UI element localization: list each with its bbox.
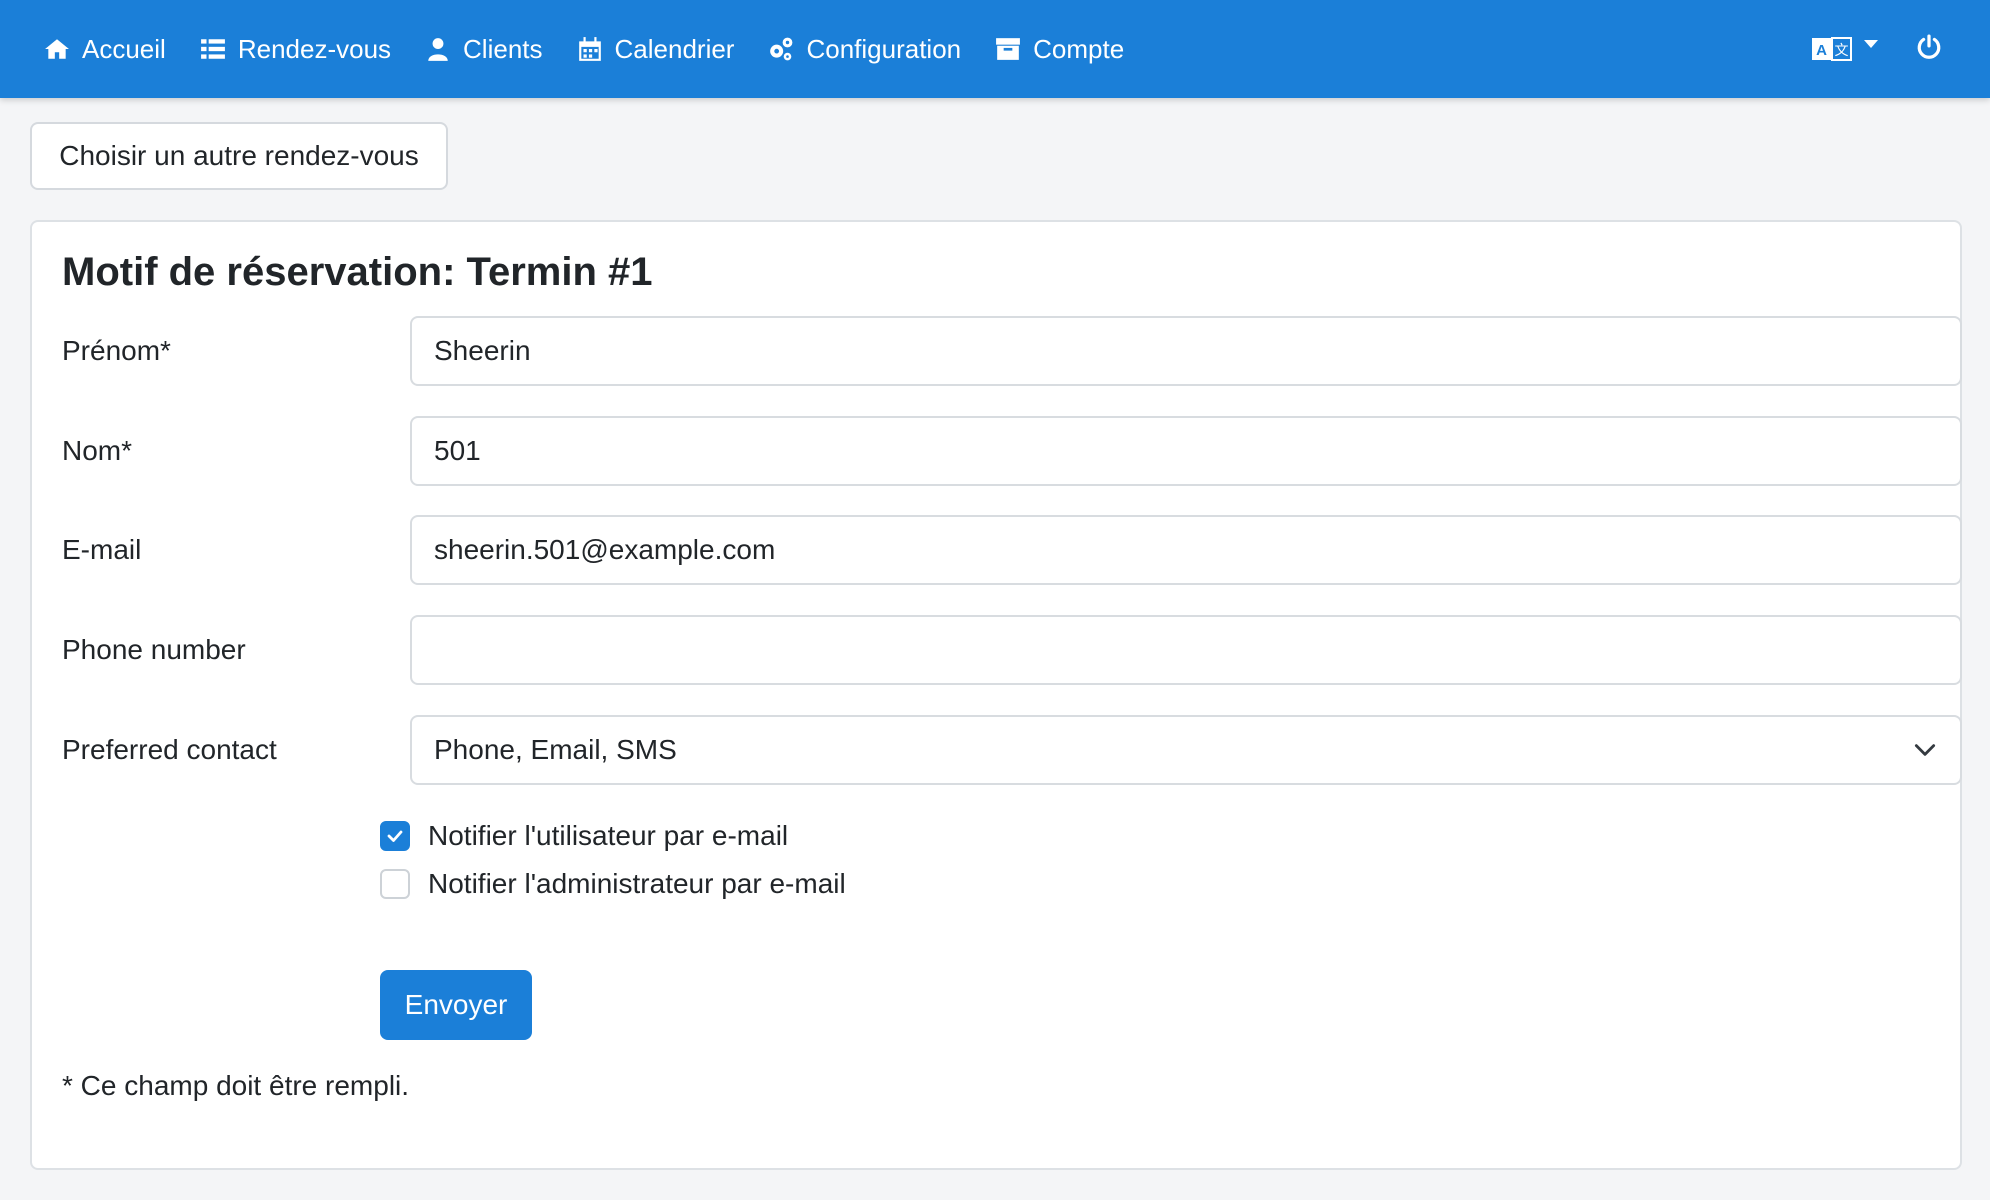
nav-item-clients[interactable]: Clients <box>425 0 543 98</box>
required-field-note: * Ce champ doit être rempli. <box>62 1070 410 1101</box>
logout-button[interactable] <box>1916 34 1942 65</box>
nav-item-label: Compte <box>1033 33 1125 64</box>
email-input[interactable] <box>434 517 1938 583</box>
choose-other-appointment-button[interactable]: Choisir un autre rendez-vous <box>30 122 448 190</box>
email-field-wrapper <box>410 515 1962 585</box>
power-icon <box>1917 34 1941 59</box>
submit-button[interactable]: Envoyer <box>380 970 532 1040</box>
gears-icon <box>770 37 793 61</box>
last-name-field-wrapper <box>410 416 1962 486</box>
nav-menu: Accueil Rendez-vous Clients Calendrier C… <box>0 0 1158 98</box>
checkmark-icon <box>387 830 403 842</box>
nav-item-label: Configuration <box>806 33 962 64</box>
language-icon: A 文 <box>1812 37 1852 61</box>
first-name-label: Prénom* <box>62 335 171 366</box>
calendar-icon <box>578 37 601 61</box>
first-name-row: Prénom* <box>62 316 1962 386</box>
nav-item-rendez-vous[interactable]: Rendez-vous <box>200 0 391 98</box>
email-label: E-mail <box>62 534 142 565</box>
chevron-down-icon <box>1914 744 1936 756</box>
list-icon <box>200 39 225 59</box>
user-icon <box>428 38 448 61</box>
last-name-row: Nom* <box>62 416 1962 486</box>
language-dropdown[interactable]: A 文 <box>1812 36 1878 62</box>
first-name-input[interactable] <box>434 318 1938 384</box>
phone-label: Phone number <box>62 634 246 665</box>
preferred-contact-label: Preferred contact <box>62 734 277 765</box>
last-name-label: Nom* <box>62 435 133 466</box>
svg-text:文: 文 <box>1835 43 1849 59</box>
notify-admin-row: Notifier l'administrateur par e-mail <box>380 868 846 900</box>
chevron-down-icon <box>1864 40 1878 48</box>
archive-icon <box>996 38 1021 60</box>
preferred-contact-value: Phone, Email, SMS <box>434 734 677 765</box>
phone-row: Phone number <box>62 615 1962 685</box>
nav-item-label: Accueil <box>82 33 166 64</box>
svg-text:A: A <box>1816 42 1827 59</box>
preferred-contact-row: Preferred contact Phone, Email, SMS <box>62 715 1962 785</box>
top-navbar: Accueil Rendez-vous Clients Calendrier C… <box>0 0 1990 98</box>
nav-item-accueil[interactable]: Accueil <box>44 0 166 98</box>
notify-admin-checkbox[interactable] <box>380 869 410 899</box>
preferred-contact-select[interactable]: Phone, Email, SMS <box>410 715 1962 785</box>
nav-item-calendrier[interactable]: Calendrier <box>577 0 735 98</box>
nav-right: A 文 <box>1812 0 1942 98</box>
nav-item-compte[interactable]: Compte <box>995 0 1124 98</box>
nav-item-label: Rendez-vous <box>237 33 392 64</box>
phone-field-wrapper <box>410 615 1962 685</box>
nav-item-label: Calendrier <box>614 33 735 64</box>
notify-user-label[interactable]: Notifier l'utilisateur par e-mail <box>428 820 788 852</box>
notify-user-checkbox[interactable] <box>380 821 410 851</box>
booking-form-card: Motif de réservation: Termin #1 Prénom* … <box>30 220 1962 1170</box>
email-row: E-mail <box>62 515 1962 585</box>
nav-item-label: Clients <box>463 33 543 64</box>
nav-item-configuration[interactable]: Configuration <box>768 0 961 98</box>
home-icon <box>45 39 69 59</box>
last-name-input[interactable] <box>434 418 1938 484</box>
phone-input[interactable] <box>434 617 1938 683</box>
notify-user-row: Notifier l'utilisateur par e-mail <box>380 820 788 852</box>
form-title: Motif de réservation: Termin #1 <box>62 250 653 294</box>
notify-admin-label[interactable]: Notifier l'administrateur par e-mail <box>428 868 846 900</box>
first-name-field-wrapper <box>410 316 1962 386</box>
